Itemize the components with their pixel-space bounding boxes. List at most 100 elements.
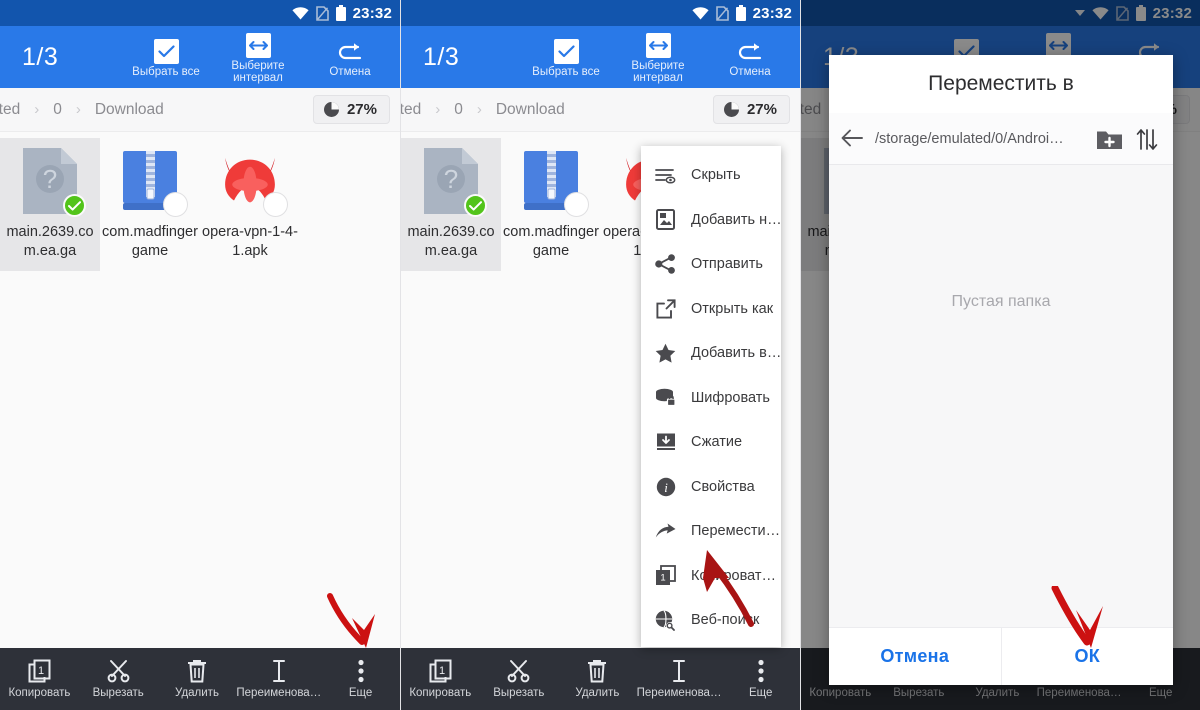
menu-item-label: Веб-поиск	[691, 612, 760, 629]
battery-icon	[735, 5, 746, 21]
selection-action-bar: 1/3 Выбрать все Выберите интервал Отмена	[401, 26, 800, 88]
breadcrumb-item-0[interactable]: ulated	[401, 101, 421, 119]
rename-label: Переименова…	[636, 687, 722, 699]
cancel-selection-button[interactable]: Отмена	[304, 36, 396, 79]
more-label: Еще	[749, 687, 773, 699]
range-arrows-icon	[645, 32, 671, 58]
selection-count: 1/3	[423, 42, 460, 71]
svg-text:i: i	[664, 480, 668, 495]
menu-item-web-search[interactable]: Веб-поиск	[641, 598, 781, 643]
svg-text:1: 1	[38, 665, 44, 677]
new-folder-icon[interactable]	[1096, 127, 1123, 151]
file-item[interactable]: com.madfingergame	[501, 138, 601, 271]
file-name: main.2639.com.ea.ga	[407, 224, 495, 259]
zip-archive-icon	[519, 144, 589, 218]
pie-chart-icon	[323, 101, 340, 118]
copy-icon: 1	[655, 565, 676, 586]
sort-icon[interactable]	[1135, 127, 1159, 151]
sim-card-icon	[315, 5, 329, 21]
breadcrumb-item-2[interactable]: Download	[496, 101, 565, 119]
menu-item-label: Перемести…	[691, 523, 781, 540]
breadcrumb-item-0[interactable]: ulated	[0, 101, 20, 119]
menu-item-label: Добавить н…	[691, 211, 782, 228]
select-all-button[interactable]: Выбрать все	[520, 36, 612, 79]
cut-button[interactable]: Вырезать	[79, 648, 158, 710]
menu-item-copy[interactable]: 1 Копироват…	[641, 554, 781, 599]
cancel-selection-button[interactable]: Отмена	[704, 36, 796, 79]
menu-item-compress[interactable]: Сжатие	[641, 420, 781, 465]
storage-usage-badge[interactable]: 27%	[312, 95, 390, 124]
menu-item-move[interactable]: Перемести…	[641, 509, 781, 554]
opera-vpn-apk-icon	[218, 144, 288, 218]
more-label: Еще	[348, 687, 373, 699]
sim-card-icon	[715, 5, 729, 21]
delete-button[interactable]: Удалить	[158, 648, 237, 710]
scissors-icon	[106, 659, 131, 683]
menu-item-open-as[interactable]: Открыть как	[641, 287, 781, 332]
panel-context-menu-view: 23:32 1/3 Выбрать все Выберите интервал	[400, 0, 800, 710]
web-search-icon	[655, 610, 676, 631]
breadcrumb-item-1[interactable]: 0	[53, 101, 62, 119]
rename-button[interactable]: Переименова…	[236, 648, 321, 710]
select-range-button[interactable]: Выберите интервал	[612, 30, 704, 85]
status-bar: 23:32	[0, 0, 400, 26]
file-name: com.madfingergame	[102, 224, 198, 259]
menu-item-label: Добавить в…	[691, 345, 782, 362]
delete-button[interactable]: Удалить	[558, 648, 637, 710]
breadcrumb-separator: ›	[34, 101, 40, 118]
menu-item-add-to-home[interactable]: Добавить н…	[641, 198, 782, 243]
menu-item-send[interactable]: Отправить	[641, 242, 781, 287]
status-bar-clock: 23:32	[752, 4, 792, 22]
cut-label: Вырезать	[92, 687, 144, 699]
copy-button[interactable]: 1 Копировать	[401, 648, 480, 710]
select-range-label: Выберите интервал	[231, 59, 285, 85]
checkmark-icon	[553, 38, 579, 64]
dialog-cancel-button[interactable]: Отмена	[829, 628, 1001, 685]
select-all-button[interactable]: Выбрать все	[120, 36, 212, 79]
bottom-action-bar: 1 Копировать Вырезать Удалить Переименов…	[401, 648, 800, 710]
more-button[interactable]: Еще	[321, 648, 400, 710]
unselected-badge[interactable]	[263, 192, 288, 217]
menu-item-hide[interactable]: Скрыть	[641, 153, 781, 198]
rename-label: Переименова…	[236, 687, 322, 699]
menu-item-encrypt[interactable]: Шифровать	[641, 376, 781, 421]
trash-icon	[587, 659, 607, 683]
selection-action-bar: 1/3 Выбрать все Выберите интервал Отмена	[0, 26, 400, 88]
menu-item-properties[interactable]: i Свойства	[641, 465, 781, 510]
file-item[interactable]: ? main.2639.com.ea.ga	[401, 138, 501, 271]
file-name: opera-vpn-1-4-1.apk	[202, 224, 298, 259]
delete-label: Удалить	[575, 687, 620, 699]
file-item[interactable]: opera-vpn-1-4-1.apk	[200, 138, 300, 271]
unselected-badge[interactable]	[564, 192, 589, 217]
bottom-action-bar: 1 Копировать Вырезать Удалить Переименов…	[0, 648, 400, 710]
status-bar: 23:32	[401, 0, 800, 26]
breadcrumb-separator: ›	[75, 101, 81, 118]
file-item[interactable]: com.madfingergame	[100, 138, 200, 271]
add-to-home-icon	[655, 209, 676, 231]
back-arrow-icon[interactable]	[841, 129, 863, 149]
menu-item-add-to-favorites[interactable]: Добавить в…	[641, 331, 781, 376]
copy-button[interactable]: 1 Копировать	[0, 648, 79, 710]
file-item[interactable]: ? main.2639.com.ea.ga	[0, 138, 100, 271]
range-arrows-icon	[245, 32, 271, 58]
dialog-ok-button[interactable]: ОК	[1000, 628, 1174, 685]
breadcrumb: ulated › 0 › Download 27%	[0, 88, 400, 132]
menu-item-label: Копироват…	[691, 567, 777, 584]
storage-usage-badge[interactable]: 27%	[712, 95, 790, 124]
move-arrow-icon	[655, 521, 676, 542]
rename-button[interactable]: Переименова…	[636, 648, 722, 710]
dialog-current-path[interactable]: /storage/emulated/0/Androi…	[875, 131, 1084, 147]
breadcrumb-item-1[interactable]: 0	[454, 101, 463, 119]
breadcrumb-item-2[interactable]: Download	[95, 101, 164, 119]
breadcrumb: ulated › 0 › Download 27%	[401, 88, 800, 132]
dialog-actions: Отмена ОК	[829, 627, 1173, 685]
battery-icon	[335, 5, 346, 21]
menu-item-label: Открыть как	[691, 300, 774, 317]
more-button[interactable]: Еще	[721, 648, 800, 710]
cut-button[interactable]: Вырезать	[480, 648, 559, 710]
unselected-badge[interactable]	[163, 192, 188, 217]
cancel-label: Отмена	[729, 65, 771, 78]
text-cursor-icon	[671, 659, 687, 683]
copy-icon: 1	[429, 659, 452, 683]
select-range-button[interactable]: Выберите интервал	[212, 30, 304, 85]
